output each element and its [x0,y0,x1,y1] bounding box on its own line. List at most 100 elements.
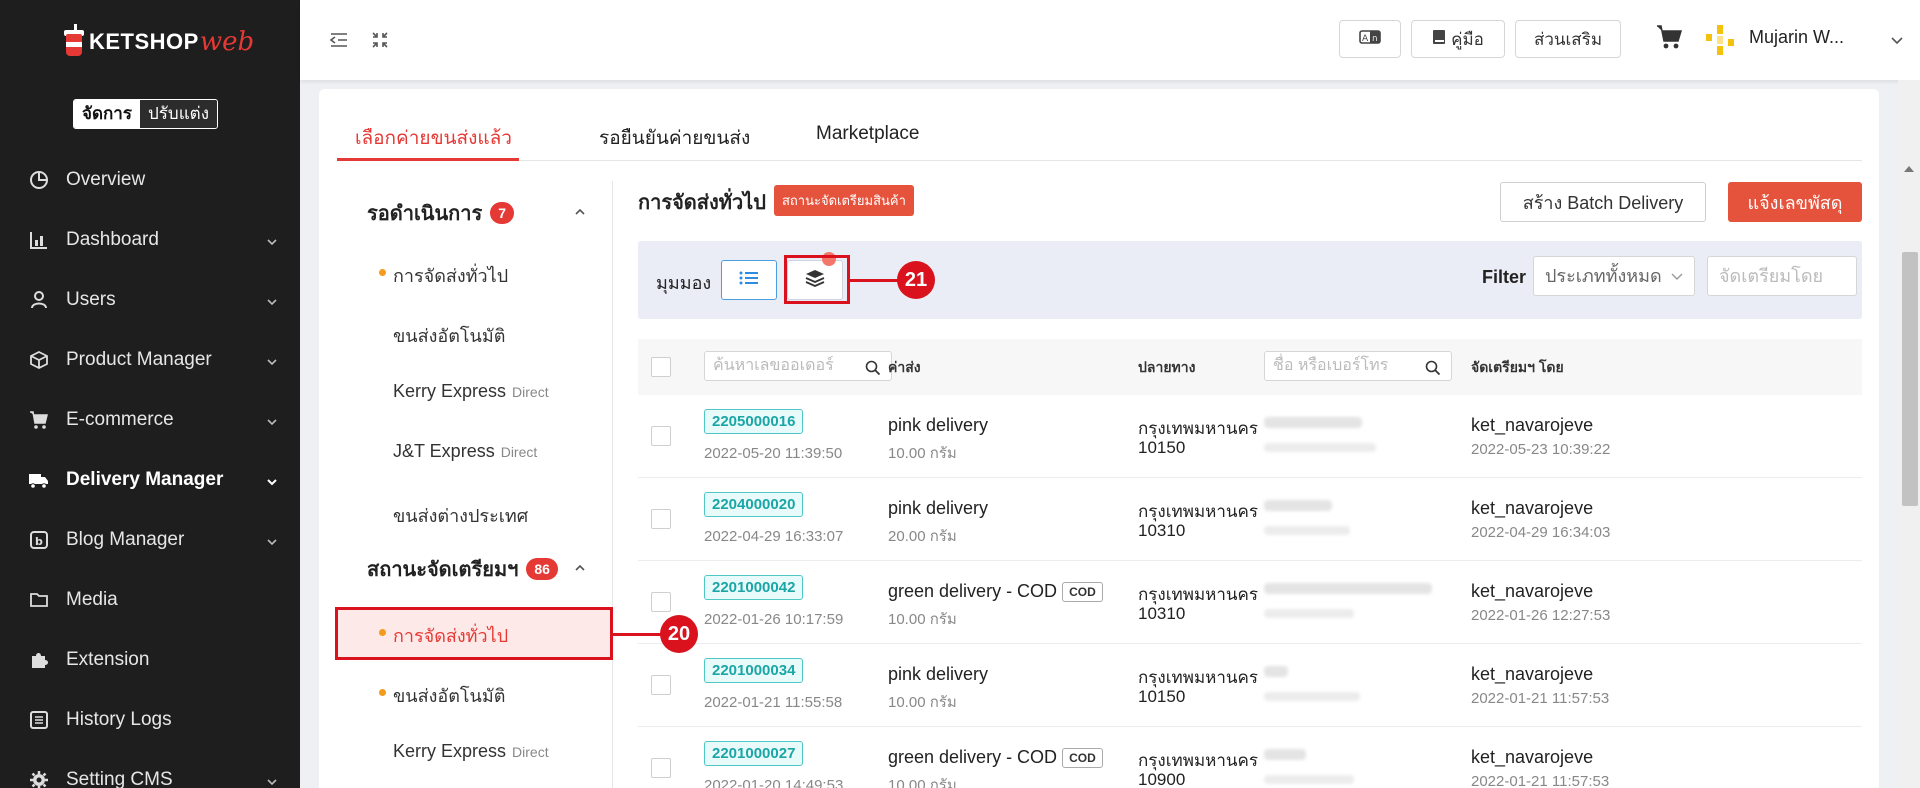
create-batch-button[interactable]: สร้าง Batch Delivery [1500,182,1706,222]
view-label: มุมมอง [656,273,712,293]
tab-selected-carrier[interactable]: เลือกค่ายขนส่งแล้ว [355,123,512,153]
destination-zip: 10150 [1138,687,1186,706]
row-checkbox[interactable] [651,758,671,778]
cart-icon[interactable] [1656,24,1684,55]
order-number-link[interactable]: 2201000042 [704,575,804,600]
pending-item-international[interactable]: ขนส่งต่างประเทศ [393,501,528,530]
callout-connector [613,633,663,636]
table-row[interactable]: 2204000020 2022-04-29 16:33:07 pink deli… [638,478,1862,561]
sidebar-item-extension[interactable]: Extension [0,630,300,690]
name-search-input[interactable]: ชื่อ หรือเบอร์โทร [1264,351,1452,381]
chevron-up-icon[interactable] [574,561,586,579]
preparing-item-kerry[interactable]: Kerry Express Direct [393,741,549,762]
preparing-item-auto[interactable]: ขนส่งอัตโนมัติ [379,681,506,710]
item-suffix: Direct [512,743,549,760]
sidebar-item-label: Delivery Manager [66,469,224,490]
table-header: ค้นหาเลขออเดอร์ ค่าส่ง ปลายทาง ชื่อ หรือ… [638,339,1862,395]
sidebar-item-media[interactable]: Media [0,570,300,630]
chevron-down-icon [266,472,278,494]
customer-phone-redacted [1264,609,1354,618]
notify-tracking-button[interactable]: แจ้งเลขพัสดุ [1728,182,1862,222]
cart-icon [28,409,50,431]
table-row[interactable]: 2201000027 2022-01-20 14:49:53 green del… [638,727,1862,788]
pending-count-badge: 7 [490,202,515,224]
order-number-link[interactable]: 2204000020 [704,492,804,517]
collapse-menu-icon[interactable] [329,30,349,55]
page-title: การจัดส่งทั่วไป [638,192,766,214]
sidebar-item-label: E-commerce [66,409,174,430]
addons-button[interactable]: ส่วนเสริม [1515,20,1621,58]
section-preparing[interactable]: สถานะจัดเตรียมฯ 86 [367,553,558,585]
list-view-button[interactable] [721,260,777,300]
sidebar-item-setting-cms[interactable]: Setting CMS [0,750,300,788]
status-filter-panel: รอดำเนินการ 7 การจัดส่งทั่วไป ขนส่งอัตโน… [337,181,613,788]
shipping-weight: 10.00 กรัม [888,694,957,711]
sidebar-item-history-logs[interactable]: History Logs [0,690,300,750]
pending-item-jt[interactable]: J&T Express Direct [393,441,537,462]
table-row[interactable]: 2201000042 2022-01-26 10:17:59 green del… [638,561,1862,644]
type-filter-select[interactable]: ประเภททั้งหมด [1533,256,1695,296]
table-row[interactable]: 2205000016 2022-05-20 11:39:50 pink deli… [638,395,1862,478]
sidebar-item-label: Overview [66,169,146,190]
sidebar-item-product-manager[interactable]: Product Manager [0,330,300,390]
pending-item-kerry[interactable]: Kerry Express Direct [393,381,549,402]
customer-name-redacted [1264,666,1288,677]
scroll-up-icon[interactable] [1904,166,1914,172]
order-search-input[interactable]: ค้นหาเลขออเดอร์ [704,351,892,381]
shipping-name: pink delivery [888,664,989,684]
scrollbar-thumb[interactable] [1902,252,1918,506]
sidebar-item-ecommerce[interactable]: E-commerce [0,390,300,450]
row-checkbox[interactable] [651,592,671,612]
user-name[interactable]: Mujarin W... [1749,27,1844,48]
sidebar-item-overview[interactable]: Overview [0,150,300,210]
tab-awaiting-carrier[interactable]: รอยืนยันค่ายขนส่ง [599,123,750,153]
order-number-link[interactable]: 2205000016 [704,409,804,434]
user-icon [28,289,50,311]
pending-item-general[interactable]: การจัดส่งทั่วไป [379,261,508,290]
item-label: ขนส่งอัตโนมัติ [393,686,506,706]
mode-customize-button[interactable]: ปรับแต่ง [139,100,217,128]
tab-marketplace[interactable]: Marketplace [816,123,920,145]
row-checkbox[interactable] [651,426,671,446]
section-preparing-label: สถานะจัดเตรียมฯ [367,559,519,581]
ketshop-logo[interactable]: KETSHOP web [63,20,254,64]
order-search-placeholder: ค้นหาเลขออเดอร์ [713,357,834,374]
shipping-method: pink delivery [888,498,988,519]
table-row[interactable]: 2201000034 2022-01-21 11:55:58 pink deli… [638,644,1862,727]
select-all-checkbox[interactable] [651,357,671,377]
chevron-up-icon[interactable] [574,205,586,223]
row-checkbox[interactable] [651,509,671,529]
sidebar-item-users[interactable]: Users [0,270,300,330]
sidebar-item-label: Extension [66,649,150,670]
sidebar-item-delivery-manager[interactable]: Delivery Manager [0,450,300,510]
bar-chart-icon [28,229,50,251]
prepared-by: ket_navarojeve [1471,498,1594,518]
preparing-count-badge: 86 [526,558,558,580]
fullscreen-icon[interactable] [370,30,390,55]
row-checkbox[interactable] [651,675,671,695]
sidebar-item-label: Product Manager [66,349,212,370]
prepared-by-input[interactable]: จัดเตรียมโดย [1707,256,1857,296]
chevron-down-icon[interactable] [1890,33,1904,52]
chevron-down-icon [266,532,278,554]
callout-connector [850,279,900,282]
page-scrollbar[interactable] [1898,80,1920,788]
mode-toggle: จัดการ ปรับแต่ง [73,99,218,129]
section-pending[interactable]: รอดำเนินการ 7 [367,197,515,229]
order-number-link[interactable]: 2201000034 [704,658,804,683]
shipping-name: pink delivery [888,415,989,435]
col-prepared-by: จัดเตรียมฯ โดย [1471,359,1564,375]
sidebar-item-blog-manager[interactable]: b Blog Manager [0,510,300,570]
mode-manage-button[interactable]: จัดการ [74,100,140,128]
chevron-down-icon [266,232,278,254]
pending-item-auto[interactable]: ขนส่งอัตโนมัติ [393,321,505,350]
customer-name-redacted [1264,417,1362,428]
sidebar-item-dashboard[interactable]: Dashboard [0,210,300,270]
order-number-link[interactable]: 2201000027 [704,741,804,766]
prepared-date: 2022-05-23 10:39:22 [1471,441,1611,458]
avatar[interactable] [1702,22,1738,58]
translate-button[interactable]: Aก [1339,20,1401,58]
box-icon [28,349,50,371]
item-label: ขนส่งอัตโนมัติ [393,326,506,346]
manual-button[interactable]: คู่มือ [1411,20,1505,58]
